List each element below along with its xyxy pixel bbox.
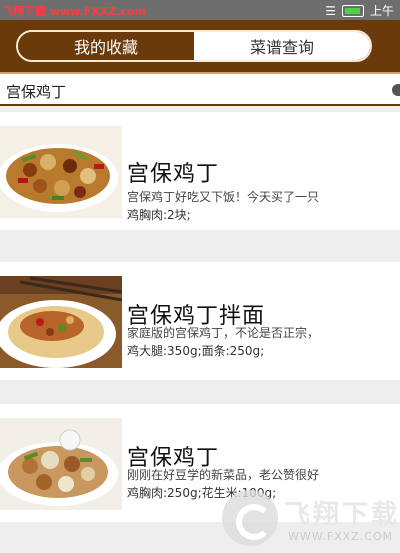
tab-favorites[interactable]: 我的收藏	[18, 32, 194, 60]
recipe-description: 家庭版的宫保鸡丁，不论是否正宗，	[127, 326, 320, 340]
tab-recipe-search[interactable]: 菜谱查询	[194, 32, 370, 60]
watermark-logo-url: WWW.FXXZ.COM	[288, 530, 394, 543]
clock-text: 上午	[369, 4, 394, 18]
recipe-ingredients: 鸡大腿:350g;面条:250g;	[127, 344, 265, 358]
wifi-icon: ☰	[325, 3, 336, 18]
search-clear-icon[interactable]	[392, 84, 400, 96]
app-header: 我的收藏 菜谱查询	[0, 20, 400, 72]
recipe-image	[0, 276, 122, 368]
watermark-logo: 飞翔下载 WWW.FXXZ.COM	[218, 486, 400, 553]
battery-icon	[341, 4, 364, 17]
recipe-image	[0, 126, 122, 218]
logo-circle-icon	[222, 490, 278, 546]
status-icons: ☰ 上午	[325, 2, 394, 19]
recipe-ingredients: 鸡胸肉:2块;	[127, 208, 191, 222]
recipe-card[interactable]: 宫保鸡丁拌面 家庭版的宫保鸡丁，不论是否正宗， 鸡大腿:350g;面条:250g…	[0, 262, 400, 380]
recipe-title: 宫保鸡丁	[127, 162, 220, 187]
watermark-text: 飞翔下载 www.FXXZ.com	[2, 5, 146, 18]
tab-bar: 我的收藏 菜谱查询	[16, 30, 372, 62]
recipe-image	[0, 418, 122, 510]
search-input[interactable]: 宫保鸡丁	[6, 81, 66, 102]
recipe-description: 刚刚在好豆学的新菜品，老公赞很好	[127, 468, 320, 482]
status-bar: 飞翔下载 www.FXXZ.com ☰ 上午	[0, 0, 400, 20]
recipe-card[interactable]: 宫保鸡丁 宫保鸡丁好吃又下饭！今天买了一只 鸡胸肉:2块;	[0, 112, 400, 230]
watermark-logo-text: 飞翔下载	[284, 500, 400, 530]
recipe-description: 宫保鸡丁好吃又下饭！今天买了一只	[127, 190, 320, 204]
search-bar[interactable]: 宫保鸡丁	[0, 72, 400, 106]
